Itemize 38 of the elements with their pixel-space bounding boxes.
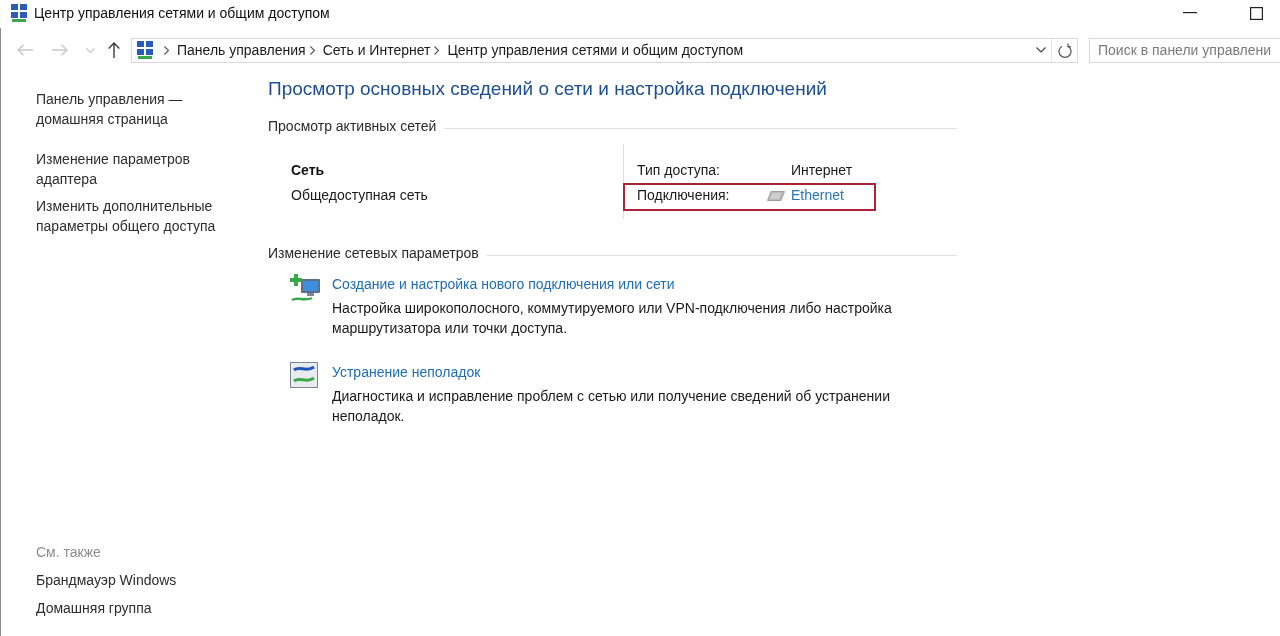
connection-link[interactable]: Ethernet <box>791 186 844 205</box>
chevron-right-icon[interactable] <box>434 45 440 55</box>
sidebar-link[interactable]: Изменить дополнительные параметры общего доступа <box>36 197 241 236</box>
chevron-right-icon[interactable] <box>309 45 315 55</box>
see-also-heading: См. также <box>36 543 101 562</box>
minimize-icon[interactable] <box>1183 12 1197 14</box>
sidebar-link[interactable]: Изменение параметров адаптера <box>36 150 241 189</box>
network-app-icon <box>10 4 28 22</box>
refresh-icon[interactable] <box>1057 42 1072 58</box>
see-also-link[interactable]: Брандмауэр Windows <box>36 571 177 591</box>
chevron-right-icon[interactable] <box>164 45 169 55</box>
task-link[interactable]: Создание и настройка нового подключения или сети <box>332 274 675 294</box>
cable-plug-icon <box>767 190 785 201</box>
search-field[interactable]: Поиск в панели управлени <box>1089 37 1280 63</box>
section-heading: Изменение сетевых параметров <box>268 244 479 263</box>
property-label: Подключения: <box>637 186 731 205</box>
network-name: Сеть <box>291 161 325 180</box>
property-label: Тип доступа: <box>637 161 721 180</box>
breadcrumb-item[interactable]: Сеть и Интернет <box>322 42 431 58</box>
task-description: Диагностика и исправление проблем с сетью или получение сведений об устранении неполадок. <box>332 387 891 426</box>
maximize-icon[interactable] <box>1250 6 1263 20</box>
breadcrumb-item[interactable]: Панель управления <box>177 42 306 58</box>
property-value: Интернет <box>791 161 853 180</box>
network-category: Общедоступная сеть <box>291 186 428 205</box>
up-arrow-icon[interactable] <box>108 42 120 58</box>
window-title: Центр управления сетями и общим доступом <box>34 5 330 21</box>
page-heading: Просмотр основных сведений о сети и настройка подключений <box>268 78 828 100</box>
task-description: Настройка широкополосного, коммутируемого или VPN-подключения либо настройка маршрутизатора или точки доступа. <box>332 299 893 338</box>
chevron-down-icon[interactable] <box>1036 47 1046 53</box>
section-heading: Просмотр активных сетей <box>268 117 437 136</box>
network-app-icon <box>136 41 154 59</box>
task-link[interactable]: Устранение неполадок <box>332 362 481 382</box>
sidebar-link[interactable]: Панель управления — домашняя страница <box>36 90 241 129</box>
breadcrumb-item[interactable]: Центр управления сетями и общим доступом <box>447 42 744 58</box>
address-bar[interactable]: Панель управления Сеть и Интернет Центр управления сетями и общим доступом <box>131 37 1078 63</box>
panel-waves-icon <box>290 362 318 388</box>
see-also-link[interactable]: Домашняя группа <box>36 599 152 619</box>
monitor-plus-icon <box>290 274 322 304</box>
